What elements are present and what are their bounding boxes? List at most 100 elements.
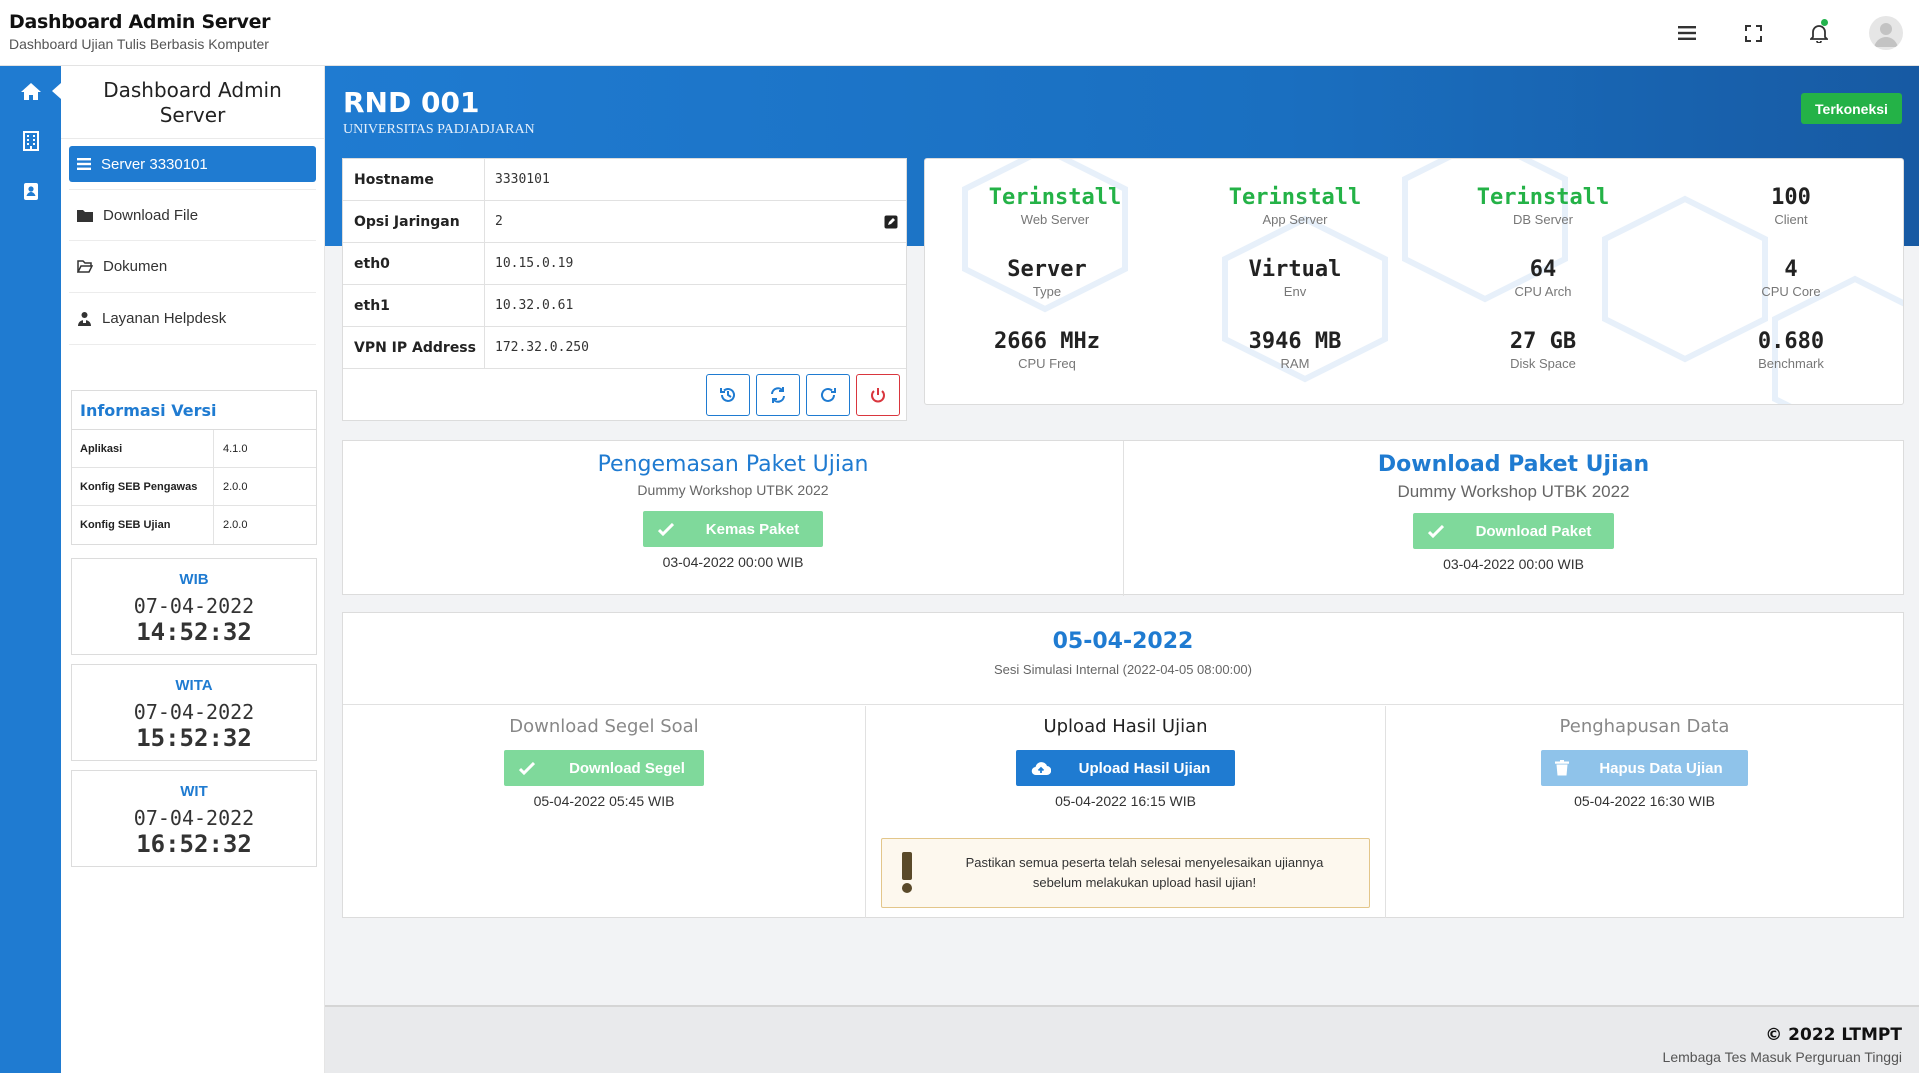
- host-row: Opsi Jaringan 2: [343, 201, 906, 243]
- stat-benchmark: 0.680 Benchmark: [1757, 329, 1825, 371]
- rail-contact[interactable]: [0, 166, 61, 216]
- clock-wit: WIT 07-04-2022 16:52:32: [71, 770, 317, 867]
- top-header: Dashboard Admin Server Dashboard Ujian T…: [0, 0, 1919, 66]
- exclamation-icon: [882, 852, 932, 894]
- stat-db-server: Terinstall DB Server: [1476, 185, 1610, 227]
- folder-icon: [77, 209, 93, 222]
- host-row: VPN IP Address 172.32.0.250: [343, 327, 906, 369]
- stat-app-server: Terinstall App Server: [1228, 185, 1362, 227]
- clock-wita: WITA 07-04-2022 15:52:32: [71, 664, 317, 761]
- version-title: Informasi Versi: [72, 391, 316, 430]
- clock-time: 15:52:32: [136, 724, 252, 752]
- seal-title: Download Segel Soal: [509, 716, 699, 737]
- app-subtitle: Dashboard Ujian Tulis Berbasis Komputer: [9, 36, 269, 52]
- host-row: Hostname 3330101: [343, 159, 906, 201]
- download-subtitle: Dummy Workshop UTBK 2022: [1397, 482, 1630, 501]
- server-icon: [77, 158, 91, 170]
- packing-section: Pengemasan Paket Ujian Dummy Workshop UT…: [343, 441, 1124, 596]
- packing-subtitle: Dummy Workshop UTBK 2022: [637, 482, 829, 498]
- app-title: Dashboard Admin Server: [9, 11, 271, 33]
- clock-wib: WIB 07-04-2022 14:52:32: [71, 558, 317, 655]
- clock-date: 07-04-2022: [133, 594, 255, 618]
- status-badge: Terkoneksi: [1801, 93, 1902, 124]
- check-icon: [1427, 524, 1444, 538]
- trash-icon: [1555, 760, 1570, 776]
- stat-web-server: Terinstall Web Server: [988, 185, 1122, 227]
- sync-icon: [771, 387, 785, 403]
- download-timestamp: 03-04-2022 00:00 WIB: [1443, 556, 1584, 572]
- server-stats-card: Terinstall Web Server Terinstall App Serve…: [924, 158, 1904, 405]
- session-date: 05-04-2022: [1052, 629, 1194, 654]
- page-title: RND 001: [343, 86, 480, 119]
- clock-date: 07-04-2022: [133, 700, 255, 724]
- delete-section: Penghapusan Data Hapus Data Ujian 05-04-…: [1385, 706, 1903, 918]
- host-info-card: Hostname 3330101 Opsi Jaringan 2 eth0 10…: [342, 158, 907, 421]
- version-row: Konfig SEB Pengawas 2.0.0: [72, 468, 316, 506]
- delete-timestamp: 05-04-2022 16:30 WIB: [1574, 793, 1715, 809]
- sidebar-item-helpdesk[interactable]: Layanan Helpdesk: [69, 293, 316, 345]
- sidebar-title: Dashboard Admin Server: [61, 66, 324, 139]
- power-button[interactable]: [856, 374, 900, 416]
- warning-line-2: sebelum melakukan upload hasil ujian!: [1032, 875, 1257, 890]
- host-row: eth1 10.32.0.61: [343, 285, 906, 327]
- history-button[interactable]: [706, 374, 750, 416]
- stat-type: Server Type: [1007, 257, 1087, 299]
- upload-hasil-button[interactable]: Upload Hasil Ujian: [1015, 750, 1236, 786]
- building-icon: [22, 131, 39, 151]
- contact-book-icon: [23, 182, 38, 200]
- version-info-box: Informasi Versi Aplikasi 4.1.0 Konfig SE…: [71, 390, 317, 545]
- download-segel-button[interactable]: Download Segel: [504, 750, 704, 786]
- footer: © 2022 LTMPT Lembaga Tes Masuk Perguruan…: [325, 1005, 1919, 1073]
- clock-time: 14:52:32: [136, 618, 252, 646]
- clock-zone: WITA: [175, 677, 213, 694]
- sidebar-item-label: Download File: [103, 206, 199, 224]
- icon-rail: [0, 66, 61, 1073]
- upload-warning: Pastikan semua peserta telah selesai men…: [881, 838, 1370, 908]
- version-row: Aplikasi 4.1.0: [72, 430, 316, 468]
- packing-title: Pengemasan Paket Ujian: [597, 452, 869, 477]
- sidebar: Dashboard Admin Server Server 3330101 Do…: [61, 66, 325, 1073]
- download-title: Download Paket Ujian: [1377, 452, 1650, 477]
- stat-cpu-arch: 64 CPU Arch: [1514, 257, 1572, 299]
- kemas-paket-button[interactable]: Kemas Paket: [642, 511, 824, 547]
- sidebar-item-label: Layanan Helpdesk: [102, 310, 227, 327]
- cloud-upload-icon: [1031, 761, 1051, 775]
- notification-dot: [1821, 19, 1828, 26]
- edit-icon[interactable]: [876, 215, 906, 229]
- hapus-data-button[interactable]: Hapus Data Ujian: [1541, 750, 1748, 786]
- page-subtitle: UNIVERSITAS PADJADJARAN: [343, 122, 535, 137]
- footer-org: Lembaga Tes Masuk Perguruan Tinggi: [1662, 1049, 1902, 1065]
- sidebar-item-label: Dokumen: [103, 258, 168, 275]
- sync-button[interactable]: [756, 374, 800, 416]
- power-icon: [871, 388, 885, 403]
- stat-disk-space: 27 GB Disk Space: [1509, 329, 1577, 371]
- home-icon: [20, 82, 41, 100]
- upload-title: Upload Hasil Ujian: [1043, 716, 1208, 737]
- upload-section: Upload Hasil Ujian Upload Hasil Ujian 05…: [865, 706, 1385, 918]
- package-card: Pengemasan Paket Ujian Dummy Workshop UT…: [342, 440, 1904, 596]
- sidebar-item-server[interactable]: Server 3330101: [69, 146, 316, 182]
- user-avatar-icon[interactable]: [1869, 16, 1903, 50]
- stat-env: Virtual Env: [1248, 257, 1342, 299]
- bell-icon[interactable]: [1803, 17, 1835, 49]
- seal-timestamp: 05-04-2022 05:45 WIB: [533, 793, 675, 809]
- redo-button[interactable]: [806, 374, 850, 416]
- upload-timestamp: 05-04-2022 16:15 WIB: [1055, 793, 1196, 809]
- session-card: 05-04-2022 Sesi Simulasi Internal (2022-…: [342, 612, 1904, 918]
- sidebar-item-dokumen[interactable]: Dokumen: [69, 241, 316, 293]
- host-row: eth0 10.15.0.19: [343, 243, 906, 285]
- rail-building[interactable]: [0, 116, 61, 166]
- seal-section: Download Segel Soal Download Segel 05-04…: [343, 706, 865, 918]
- history-icon: [720, 387, 735, 402]
- check-icon: [519, 761, 536, 775]
- redo-icon: [821, 387, 836, 402]
- stat-cpu-freq: 2666 MHz CPU Freq: [994, 329, 1100, 371]
- download-paket-button[interactable]: Download Paket: [1412, 513, 1615, 549]
- fullscreen-icon[interactable]: [1737, 17, 1769, 49]
- menu-icon[interactable]: [1671, 17, 1703, 49]
- delete-title: Penghapusan Data: [1559, 716, 1730, 737]
- rail-home[interactable]: [0, 66, 61, 116]
- clock-zone: WIT: [180, 783, 208, 800]
- clock-time: 16:52:32: [136, 830, 252, 858]
- sidebar-item-download-file[interactable]: Download File: [69, 189, 316, 241]
